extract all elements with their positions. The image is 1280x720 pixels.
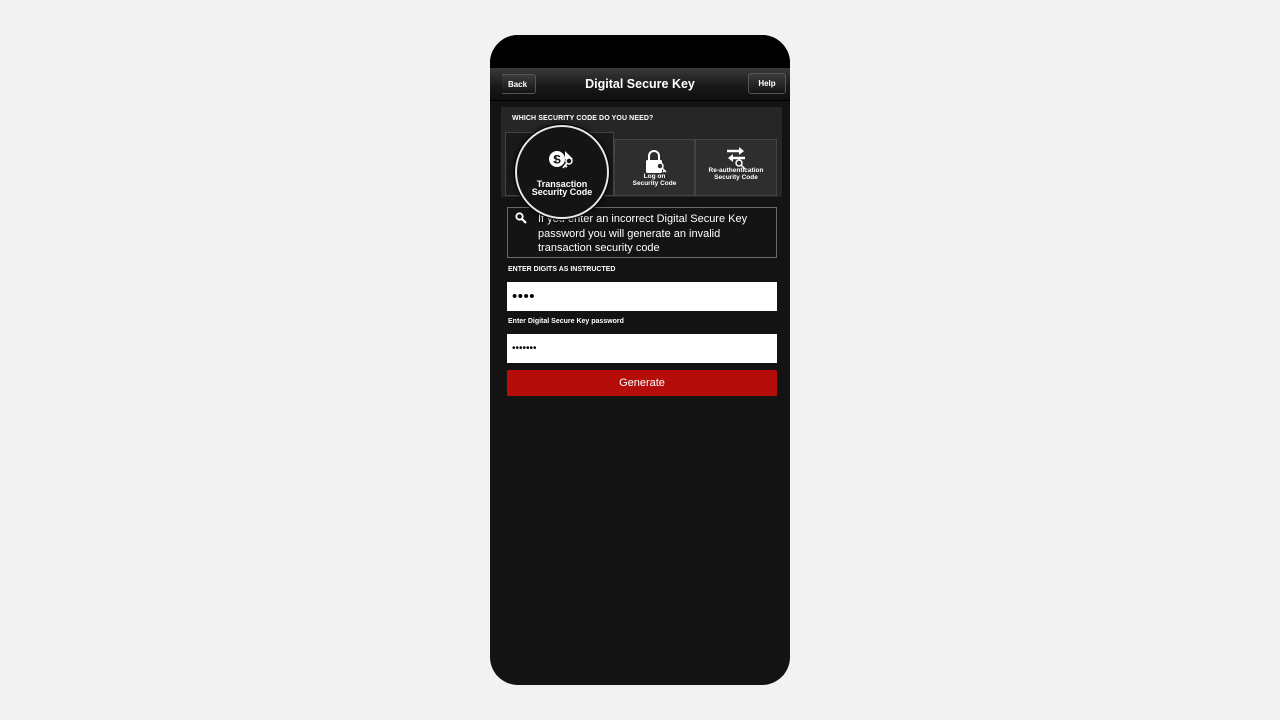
generate-button[interactable]: Generate [507,370,777,396]
dollar-key-icon: S [549,151,573,169]
password-label: Enter Digital Secure Key password [508,318,624,325]
section-header: WHICH SECURITY CODE DO YOU NEED? [512,115,654,122]
phone-screen: Back Digital Secure Key Help WHICH SECUR… [490,35,790,685]
zoom-magnifier-transaction-tile[interactable]: S Transaction Security Code [515,125,609,219]
tile-label-line1: Re-authentication [708,167,764,174]
password-input[interactable]: ••••••• [507,334,777,363]
padlock-key-icon [645,150,667,173]
help-button[interactable]: Help [748,73,786,94]
tile-label-line1: Log on [643,173,666,180]
magnifier-icon [515,212,527,224]
tile-log-on-security-code[interactable]: Log on Security Code [614,139,695,196]
tile-label-line2: Security Code [632,180,677,187]
tile-label-line2: Security Code [714,174,758,181]
digits-input[interactable]: •••• [507,282,777,311]
arrows-key-icon [727,147,746,169]
page-title: Digital Secure Key [585,77,695,91]
tile-re-authentication-security-code[interactable]: Re-authentication Security Code [695,139,777,196]
tile-label-line2: Security Code [531,187,593,197]
status-bar [490,35,790,68]
digits-label: ENTER DIGITS AS INSTRUCTED [508,266,616,273]
svg-text:S: S [553,153,561,167]
navigation-bar: Back Digital Secure Key Help [490,68,790,101]
warning-text: If you enter an incorrect Digital Secure… [538,213,748,254]
